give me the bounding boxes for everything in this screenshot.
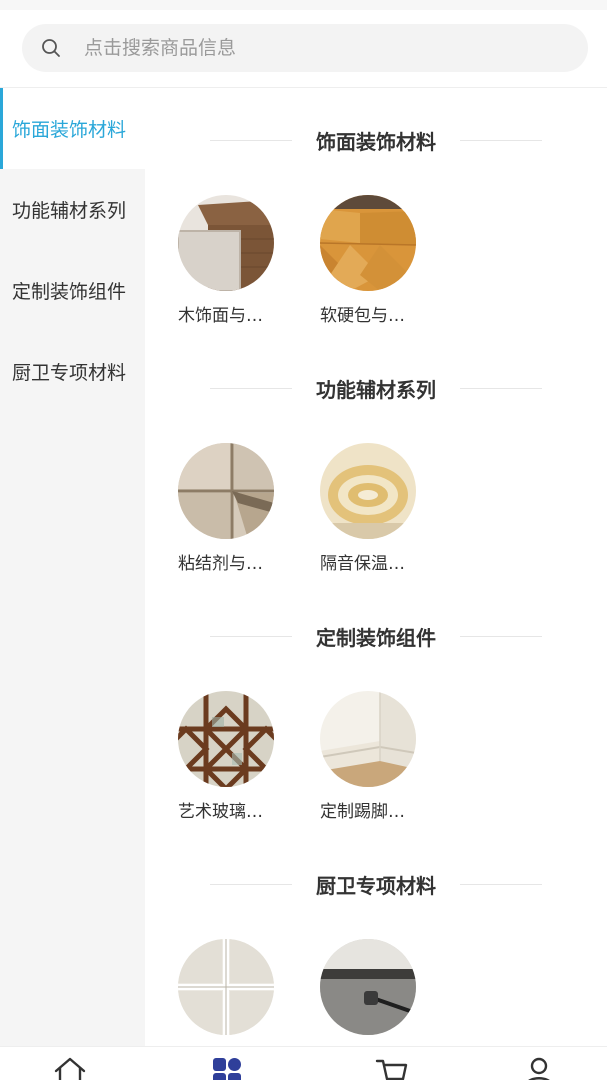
- sidebar-item-kitchen-bath[interactable]: 厨卫专项材料: [0, 331, 145, 412]
- section-header: 饰面装饰材料: [145, 124, 607, 156]
- insulation-roll-photo: [320, 443, 416, 539]
- product-label: 隔音保温…: [320, 554, 405, 574]
- sidebar-item-functional-auxiliary[interactable]: 功能辅材系列: [0, 169, 145, 250]
- divider-line: [210, 883, 292, 885]
- divider-line: [460, 883, 542, 885]
- sidebar-item-custom-components[interactable]: 定制装饰组件: [0, 250, 145, 331]
- sidebar-item-label: 功能辅材系列: [12, 200, 127, 222]
- sidebar-item-label: 厨卫专项材料: [12, 362, 127, 384]
- art-glass-photo: [178, 691, 274, 787]
- product-item[interactable]: [320, 939, 430, 1045]
- section-title: 定制装饰组件: [316, 625, 436, 650]
- product-item[interactable]: [178, 939, 288, 1045]
- skirting-board-photo: [320, 691, 416, 787]
- sidebar-item-label: 饰面装饰材料: [12, 119, 127, 141]
- tab-profile[interactable]: [519, 1055, 559, 1080]
- section-header: 定制装饰组件: [145, 620, 607, 652]
- bottom-tab-bar: [0, 1046, 607, 1080]
- divider-line: [210, 635, 292, 637]
- home-icon: [53, 1055, 87, 1080]
- section-title: 饰面装饰材料: [316, 129, 436, 154]
- product-label: 定制踢脚…: [320, 802, 405, 822]
- ceiling-panel-photo: [178, 939, 274, 1035]
- product-label: 粘结剂与…: [178, 554, 263, 574]
- product-item[interactable]: 粘结剂与…: [178, 443, 288, 574]
- search-header: [0, 10, 607, 88]
- divider-line: [460, 387, 542, 389]
- divider-line: [460, 139, 542, 141]
- divider-line: [210, 139, 292, 141]
- tab-home[interactable]: [50, 1055, 90, 1080]
- soft-panel-photo: [320, 195, 416, 291]
- product-item[interactable]: 艺术玻璃…: [178, 691, 288, 822]
- tab-cart[interactable]: [372, 1055, 412, 1080]
- sidebar-item-facing-materials[interactable]: 饰面装饰材料: [0, 88, 145, 169]
- wood-panel-photo: [178, 195, 274, 291]
- divider-line: [460, 635, 542, 637]
- product-item[interactable]: 隔音保温…: [320, 443, 430, 574]
- tab-category[interactable]: [207, 1055, 247, 1080]
- category-content: 饰面装饰材料 木饰面与… 软硬包与… 功能辅材系列 粘结剂与… 隔音保温… 定制…: [145, 88, 607, 1046]
- divider-line: [210, 387, 292, 389]
- product-item[interactable]: 定制踢脚…: [320, 691, 430, 822]
- section-header: 功能辅材系列: [145, 372, 607, 404]
- category-icon: [210, 1055, 244, 1080]
- search-input[interactable]: [84, 37, 544, 59]
- user-icon: [522, 1055, 556, 1080]
- section-title: 功能辅材系列: [316, 377, 436, 402]
- product-label: 木饰面与…: [178, 306, 263, 326]
- tile-adhesive-photo: [178, 443, 274, 539]
- section-header: 厨卫专项材料: [145, 868, 607, 900]
- waterproof-coating-photo: [320, 939, 416, 1035]
- product-item[interactable]: 木饰面与…: [178, 195, 288, 326]
- section-facing-materials: 饰面装饰材料 木饰面与… 软硬包与…: [145, 88, 607, 336]
- section-title: 厨卫专项材料: [316, 873, 436, 898]
- search-bar[interactable]: [22, 24, 588, 72]
- section-kitchen-bath: 厨卫专项材料: [145, 832, 607, 1046]
- search-icon: [40, 37, 62, 59]
- product-label: 软硬包与…: [320, 306, 405, 326]
- product-item[interactable]: 软硬包与…: [320, 195, 430, 326]
- status-bar-area: [0, 0, 607, 10]
- category-sidebar: 饰面装饰材料 功能辅材系列 定制装饰组件 厨卫专项材料: [0, 88, 145, 1046]
- section-custom-components: 定制装饰组件 艺术玻璃… 定制踢脚…: [145, 584, 607, 832]
- cart-icon: [375, 1055, 409, 1080]
- section-functional-auxiliary: 功能辅材系列 粘结剂与… 隔音保温…: [145, 336, 607, 584]
- sidebar-item-label: 定制装饰组件: [12, 281, 127, 303]
- product-label: 艺术玻璃…: [178, 802, 263, 822]
